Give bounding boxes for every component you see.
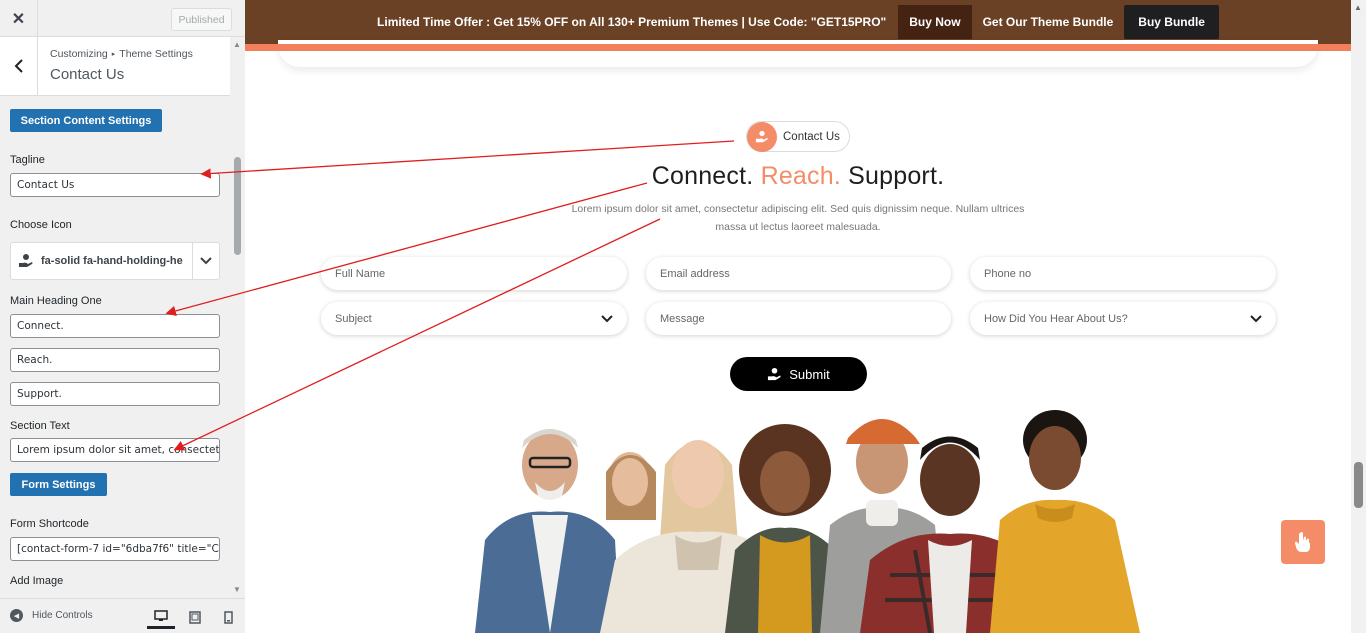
section-text-line1: Lorem ipsum dolor sit amet, consectetur … bbox=[571, 203, 1025, 215]
breadcrumb-separator-icon: ▸ bbox=[111, 51, 116, 58]
bundle-link[interactable]: Get Our Theme Bundle bbox=[983, 15, 1114, 29]
collapse-icon: ◀ bbox=[10, 609, 23, 622]
sidebar-scroll-thumb[interactable] bbox=[234, 157, 241, 255]
main-heading: Connect. Reach. Support. bbox=[245, 162, 1351, 191]
heading-two: Reach. bbox=[760, 162, 841, 190]
promo-bar: Limited Time Offer : Get 15% OFF on All … bbox=[245, 0, 1351, 44]
section-text-label: Section Text bbox=[10, 420, 70, 432]
section-text-line2: massa ut lectus laoreet malesuada. bbox=[715, 221, 881, 233]
buy-bundle-button[interactable]: Buy Bundle bbox=[1124, 5, 1219, 39]
publish-button[interactable]: Published bbox=[171, 8, 232, 31]
scroll-up-icon[interactable]: ▲ bbox=[1354, 3, 1362, 12]
customizer-sidebar: ✕ Published Customizing ▸ Theme Settings C… bbox=[0, 0, 245, 633]
icon-select[interactable]: fa-solid fa-hand-holding-he bbox=[10, 242, 220, 280]
tagline-label: Tagline bbox=[10, 154, 45, 166]
full-name-field[interactable]: Full Name bbox=[321, 257, 627, 290]
message-field[interactable]: Message bbox=[646, 302, 951, 335]
tablet-preview-icon[interactable] bbox=[181, 605, 209, 629]
buy-now-button[interactable]: Buy Now bbox=[898, 5, 972, 39]
promo-text: Limited Time Offer : Get 15% OFF on All … bbox=[377, 15, 887, 29]
heading-one-input[interactable]: Connect. bbox=[10, 314, 220, 338]
desktop-preview-icon[interactable] bbox=[147, 605, 175, 629]
tagline-text: Contact Us bbox=[783, 130, 840, 143]
hear-about-select[interactable]: How Did You Hear About Us? bbox=[970, 302, 1276, 335]
form-shortcode-label: Form Shortcode bbox=[10, 518, 89, 530]
chevron-down-icon bbox=[601, 314, 613, 322]
heading-three: Support. bbox=[848, 162, 945, 190]
phone-field[interactable]: Phone no bbox=[970, 257, 1276, 290]
form-shortcode-input[interactable]: [contact-form-7 id="6dba7f6" title="Co bbox=[10, 537, 220, 561]
mobile-preview-icon[interactable] bbox=[214, 605, 242, 629]
section-content-settings-button[interactable]: Section Content Settings bbox=[10, 109, 162, 132]
help-icon[interactable] bbox=[1281, 520, 1325, 564]
heading-two-input[interactable]: Reach. bbox=[10, 348, 220, 372]
scroll-down-icon[interactable]: ▼ bbox=[233, 585, 241, 594]
form-settings-button[interactable]: Form Settings bbox=[10, 473, 107, 496]
section-text: Lorem ipsum dolor sit amet, consectetur … bbox=[555, 200, 1041, 236]
hand-holding-heart-icon bbox=[767, 367, 782, 382]
choose-icon-label: Choose Icon bbox=[10, 219, 72, 231]
section-header: Customizing ▸ Theme Settings Contact Us bbox=[0, 37, 230, 96]
phone-placeholder: Phone no bbox=[984, 267, 1032, 280]
back-chevron-icon[interactable] bbox=[0, 37, 38, 95]
main-heading-label: Main Heading One bbox=[10, 295, 102, 307]
subject-placeholder: Subject bbox=[335, 312, 372, 325]
tagline-input[interactable]: Contact Us bbox=[10, 173, 220, 197]
submit-button[interactable]: Submit bbox=[730, 357, 867, 391]
hand-holding-heart-icon bbox=[747, 121, 777, 152]
section-text-input[interactable]: Lorem ipsum dolor sit amet, consectetu bbox=[10, 438, 220, 462]
email-placeholder: Email address bbox=[660, 267, 730, 280]
full-name-placeholder: Full Name bbox=[335, 267, 386, 280]
hide-controls-label: Hide Controls bbox=[32, 610, 93, 621]
preview-scrollbar[interactable]: ▲ bbox=[1351, 0, 1366, 633]
hide-controls-button[interactable]: ◀ Hide Controls bbox=[10, 609, 93, 622]
email-field[interactable]: Email address bbox=[646, 257, 951, 290]
group-people-image bbox=[475, 410, 1140, 633]
close-icon[interactable]: ✕ bbox=[0, 0, 38, 37]
message-placeholder: Message bbox=[660, 312, 705, 325]
promo-accent-line bbox=[245, 44, 1351, 51]
section-title: Contact Us bbox=[50, 66, 125, 83]
breadcrumb-section: Theme Settings bbox=[119, 48, 193, 60]
preview-scroll-thumb[interactable] bbox=[1354, 462, 1363, 508]
customizer-topbar: ✕ Published bbox=[0, 0, 245, 37]
icon-select-value: fa-solid fa-hand-holding-he bbox=[41, 255, 183, 267]
scroll-up-icon[interactable]: ▲ bbox=[233, 40, 241, 49]
submit-label: Submit bbox=[789, 366, 830, 382]
sidebar-scrollbar[interactable]: ▲ ▼ bbox=[230, 37, 245, 598]
subject-select[interactable]: Subject bbox=[321, 302, 627, 335]
breadcrumb: Customizing ▸ Theme Settings bbox=[50, 48, 193, 60]
customizer-footer: ◀ Hide Controls bbox=[0, 598, 245, 633]
heading-three-input[interactable]: Support. bbox=[10, 382, 220, 406]
heading-one: Connect. bbox=[651, 162, 754, 190]
hand-holding-heart-icon bbox=[11, 253, 41, 269]
chevron-down-icon bbox=[1250, 314, 1262, 322]
controls-panel: Section Content Settings Tagline Contact… bbox=[0, 96, 230, 598]
hear-about-placeholder: How Did You Hear About Us? bbox=[984, 312, 1128, 325]
breadcrumb-root: Customizing bbox=[50, 48, 108, 60]
site-preview: Limited Time Offer : Get 15% OFF on All … bbox=[245, 0, 1366, 633]
section-tagline: Contact Us bbox=[746, 121, 850, 152]
chevron-down-icon[interactable] bbox=[192, 243, 219, 279]
add-image-label: Add Image bbox=[10, 575, 64, 587]
